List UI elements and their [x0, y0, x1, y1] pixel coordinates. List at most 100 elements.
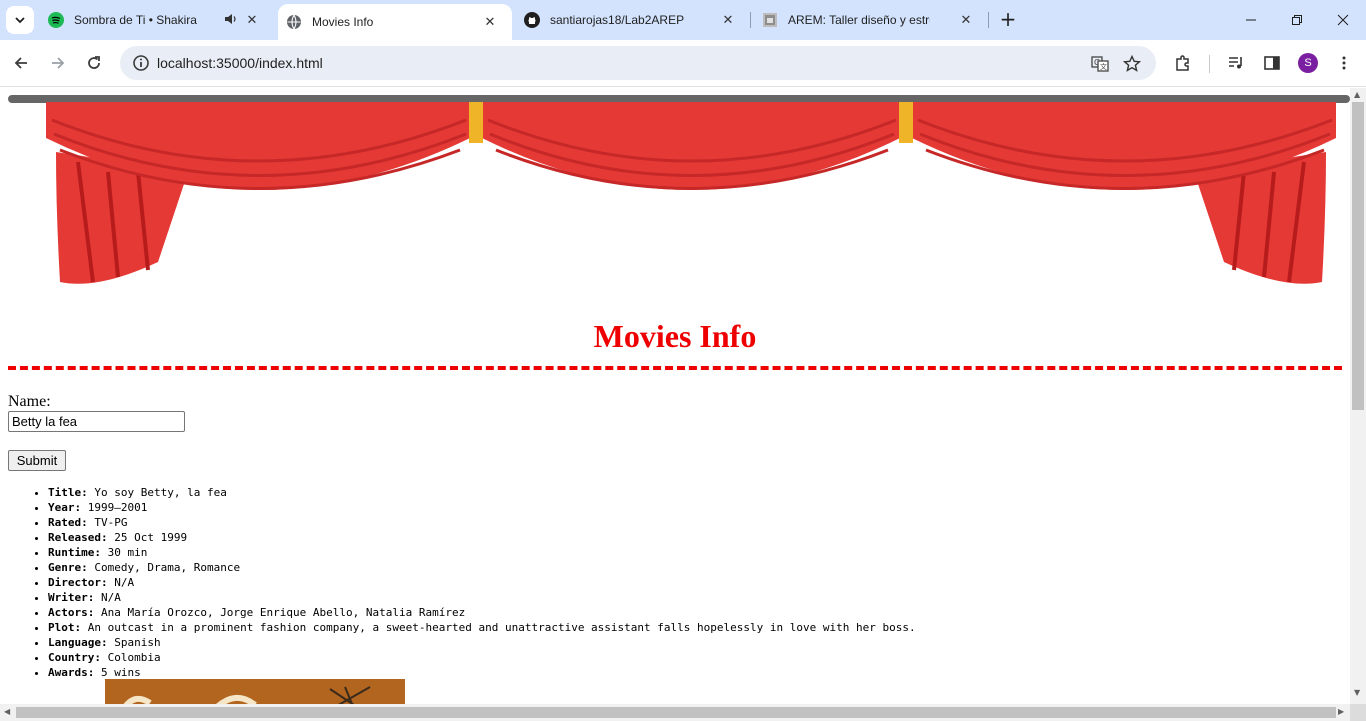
detail-key: Released:: [48, 531, 108, 544]
detail-value: N/A: [107, 576, 135, 589]
detail-value: 1999–2001: [81, 501, 148, 514]
spotify-icon: [48, 12, 64, 28]
detail-key: Genre:: [48, 561, 88, 574]
restore-button[interactable]: [1274, 0, 1320, 40]
list-item: Rated: TV-PG: [48, 515, 916, 530]
new-tab-button[interactable]: +: [996, 8, 1020, 32]
tab-github[interactable]: santiarojas18/Lab2AREP ✕: [516, 0, 750, 40]
submit-button[interactable]: Submit: [8, 450, 66, 471]
tab-arem[interactable]: AREM: Taller diseño y estructura ✕: [754, 0, 988, 40]
scroll-up-icon[interactable]: ▲: [1354, 90, 1360, 99]
scrollbar-corner: [1350, 704, 1366, 721]
puzzle-icon: [1176, 55, 1189, 71]
globe-icon: [286, 14, 302, 30]
list-item: Released: 25 Oct 1999: [48, 530, 916, 545]
name-input[interactable]: [8, 411, 185, 432]
close-icon[interactable]: ✕: [958, 12, 974, 28]
restore-icon: [1292, 15, 1302, 25]
horizontal-scrollbar[interactable]: ◀ ▶: [0, 704, 1350, 721]
list-item: Director: N/A: [48, 575, 916, 590]
page-viewport: Movies Info Name: Submit Title: Yo soy B…: [0, 88, 1350, 704]
star-icon[interactable]: [1122, 54, 1142, 74]
address-bar[interactable]: localhost:35000/index.html G文: [120, 46, 1156, 80]
list-item: Actors: Ana María Orozco, Jorge Enrique …: [48, 605, 916, 620]
detail-value: 25 Oct 1999: [107, 531, 188, 544]
translate-icon[interactable]: G文: [1090, 54, 1110, 74]
arrow-right-icon: [52, 57, 65, 69]
more-vert-icon: [1342, 56, 1346, 70]
detail-key: Runtime:: [48, 546, 101, 559]
site-info-icon[interactable]: [132, 54, 150, 72]
menu-button[interactable]: [1329, 48, 1359, 78]
detail-key: Actors:: [48, 606, 95, 619]
detail-key: Country:: [48, 651, 101, 664]
list-item: Country: Colombia: [48, 650, 916, 665]
detail-value: Yo soy Betty, la fea: [87, 486, 227, 499]
list-item: Plot: An outcast in a prominent fashion …: [48, 620, 916, 635]
tab-title: Movies Info: [312, 15, 374, 29]
detail-value: 30 min: [100, 546, 148, 559]
detail-key: Title:: [48, 486, 88, 499]
vertical-scrollbar-thumb[interactable]: [1352, 102, 1364, 410]
scroll-left-icon[interactable]: ◀: [4, 707, 10, 716]
horizontal-scrollbar-thumb[interactable]: [16, 707, 1336, 718]
detail-key: Plot:: [48, 621, 82, 634]
list-item: Awards: 5 wins: [48, 665, 916, 680]
detail-key: Writer:: [48, 591, 95, 604]
tab-title: santiarojas18/Lab2AREP: [550, 13, 685, 27]
theater-curtain-image: [8, 95, 1350, 284]
close-icon[interactable]: ✕: [482, 14, 498, 30]
tab-separator: [988, 12, 989, 28]
close-icon[interactable]: ✕: [244, 12, 260, 28]
dashed-divider: [8, 366, 1342, 370]
list-item: Year: 1999–2001: [48, 500, 916, 515]
tab-movies-info[interactable]: Movies Info ✕: [278, 4, 512, 40]
list-item: Genre: Comedy, Drama, Romance: [48, 560, 916, 575]
list-item: Title: Yo soy Betty, la fea: [48, 485, 916, 500]
tab-strip: Sombra de Ti • Shakira ✕ Movies Info ✕ s…: [0, 0, 1366, 40]
detail-value: Spanish: [107, 636, 161, 649]
url-text[interactable]: localhost:35000/index.html: [157, 55, 323, 71]
toolbar-separator: [1209, 55, 1210, 73]
detail-key: Director:: [48, 576, 108, 589]
side-panel-button[interactable]: [1257, 48, 1287, 78]
detail-value: An outcast in a prominent fashion compan…: [81, 621, 916, 634]
list-item: Writer: N/A: [48, 590, 916, 605]
tab-title: AREM: Taller diseño y estructura: [788, 13, 930, 27]
extensions-button[interactable]: [1168, 48, 1198, 78]
vertical-scrollbar[interactable]: ▲ ▼: [1350, 88, 1366, 704]
scroll-down-icon[interactable]: ▼: [1354, 688, 1360, 697]
detail-value: 5 wins: [94, 666, 141, 679]
chevron-down-icon: [15, 17, 25, 24]
reload-icon: [88, 56, 100, 69]
profile-avatar[interactable]: S: [1298, 53, 1318, 73]
forward-button[interactable]: [43, 48, 73, 78]
detail-key: Awards:: [48, 666, 95, 679]
detail-value: Comedy, Drama, Romance: [87, 561, 241, 574]
media-control-button[interactable]: [1221, 48, 1251, 78]
page-title: Movies Info: [593, 318, 757, 354]
detail-key: Year:: [48, 501, 82, 514]
svg-text:文: 文: [1100, 62, 1107, 71]
browser-toolbar: localhost:35000/index.html G文 S: [0, 40, 1366, 87]
tab-separator: [750, 12, 751, 28]
list-item: Language: Spanish: [48, 635, 916, 650]
tab-spotify[interactable]: Sombra de Ti • Shakira ✕: [40, 0, 274, 40]
tab-search-button[interactable]: [6, 6, 34, 34]
back-button[interactable]: [6, 48, 36, 78]
queue-music-icon: [1229, 57, 1242, 69]
scroll-right-icon[interactable]: ▶: [1338, 707, 1344, 716]
reload-button[interactable]: [79, 48, 109, 78]
minimize-button[interactable]: [1228, 0, 1274, 40]
detail-key: Language:: [48, 636, 108, 649]
detail-value: Ana María Orozco, Jorge Enrique Abello, …: [94, 606, 466, 619]
arrow-left-icon: [14, 57, 27, 69]
movie-poster-image: [105, 679, 405, 704]
detail-value: TV-PG: [87, 516, 128, 529]
detail-value: Colombia: [100, 651, 161, 664]
close-window-button[interactable]: [1320, 0, 1366, 40]
close-icon[interactable]: ✕: [720, 12, 736, 28]
side-panel-icon: [1264, 56, 1280, 70]
document-icon: [762, 12, 778, 28]
speaker-icon[interactable]: [224, 12, 238, 29]
